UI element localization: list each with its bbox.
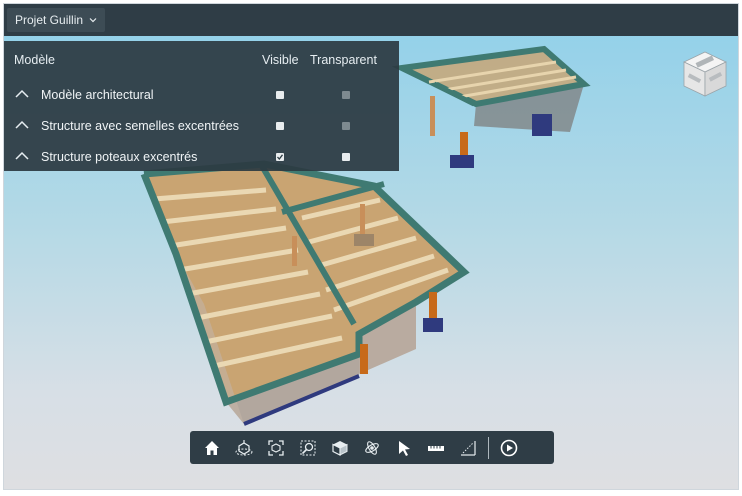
play-icon xyxy=(500,439,518,456)
navigation-icon xyxy=(365,440,379,455)
zoom-window-icon xyxy=(300,440,316,455)
chevron-up-icon[interactable] xyxy=(15,151,29,161)
chevron-down-icon xyxy=(89,18,97,23)
checkmark-icon xyxy=(277,154,284,161)
column-header-visible: Visible xyxy=(262,53,299,67)
orbit-icon xyxy=(235,439,253,455)
visible-checkbox[interactable] xyxy=(276,122,284,130)
main-floor xyxy=(140,160,470,426)
select-button[interactable] xyxy=(388,431,420,464)
fit-view-icon xyxy=(268,439,284,456)
measure-button[interactable] xyxy=(420,431,452,464)
chevron-up-icon[interactable] xyxy=(15,120,29,130)
play-button[interactable] xyxy=(493,431,525,464)
upper-wing xyxy=(391,45,591,168)
model-row-structure-semelles[interactable]: Structure avec semelles excentrées xyxy=(4,112,399,142)
top-bar: Projet Guillin xyxy=(4,4,738,36)
zoom-window-button[interactable] xyxy=(292,431,324,464)
select-arrow-icon xyxy=(399,440,410,456)
transparent-checkbox[interactable] xyxy=(342,91,350,99)
model-row-structure-poteaux[interactable]: Structure poteaux excentrés xyxy=(4,143,399,173)
transparent-checkbox[interactable] xyxy=(342,153,350,161)
viewcube-icon[interactable] xyxy=(680,48,730,100)
viewer-toolbar xyxy=(190,431,554,464)
model-row-architectural[interactable]: Modèle architectural xyxy=(4,81,399,111)
measure-icon xyxy=(428,445,444,451)
model-label: Structure avec semelles excentrées xyxy=(41,119,240,133)
project-name: Projet Guillin xyxy=(15,13,84,27)
model-label: Modèle architectural xyxy=(41,88,154,102)
transparent-checkbox[interactable] xyxy=(342,122,350,130)
home-button[interactable] xyxy=(196,431,228,464)
section-box-icon xyxy=(332,440,348,456)
3d-viewer[interactable]: Projet Guillin Modèle Visible Transparen… xyxy=(3,3,739,490)
section-box-button[interactable] xyxy=(324,431,356,464)
area-measure-button[interactable] xyxy=(452,431,484,464)
navigation-button[interactable] xyxy=(356,431,388,464)
home-icon xyxy=(205,440,219,455)
visible-checkbox[interactable] xyxy=(276,91,284,99)
visible-checkbox-checked[interactable] xyxy=(276,153,284,161)
models-panel: Modèle Visible Transparent Modèle archit… xyxy=(4,41,399,171)
toolbar-separator xyxy=(488,436,489,459)
models-panel-header: Modèle Visible Transparent xyxy=(4,41,399,79)
column-header-transparent: Transparent xyxy=(310,53,377,67)
project-selector-button[interactable]: Projet Guillin xyxy=(7,8,106,32)
area-measure-icon xyxy=(461,440,476,456)
chevron-up-icon[interactable] xyxy=(15,89,29,99)
column-header-model: Modèle xyxy=(14,53,55,67)
model-label: Structure poteaux excentrés xyxy=(41,150,198,164)
orbit-button[interactable] xyxy=(228,431,260,464)
fit-view-button[interactable] xyxy=(260,431,292,464)
